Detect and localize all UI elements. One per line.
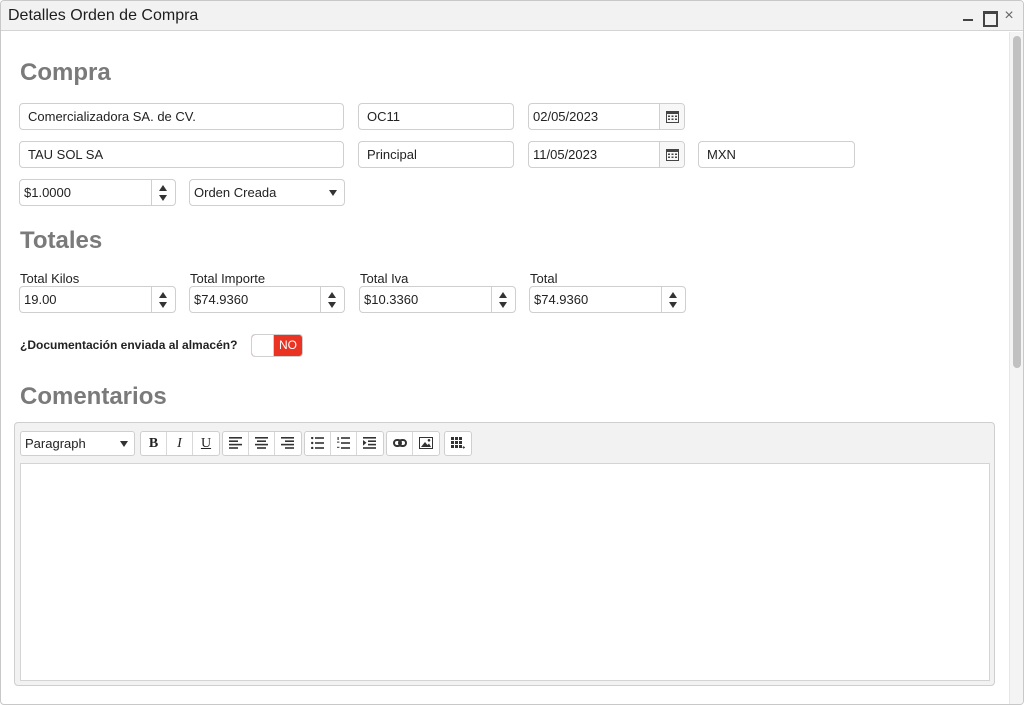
align-right-icon[interactable] (275, 432, 301, 455)
almacen-field[interactable]: Principal (358, 141, 514, 168)
text-style-group: B I U (140, 431, 220, 456)
documentacion-label: ¿Documentación enviada al almacén? (20, 338, 238, 352)
table-group (444, 431, 472, 456)
total-importe-stepper[interactable]: $74.9360 (189, 286, 345, 313)
stepper-arrows[interactable] (491, 287, 515, 312)
moneda-field[interactable]: MXN (698, 141, 855, 168)
total-label: Total (530, 271, 558, 286)
arrow-down-icon[interactable] (499, 302, 507, 308)
table-icon[interactable] (445, 432, 471, 455)
total-iva-value: $10.3360 (364, 292, 419, 307)
documentacion-toggle[interactable]: NO (251, 334, 303, 357)
rich-text-editor: Paragraph B I U (14, 422, 995, 686)
fecha-entrega-field[interactable]: 11/05/2023 (528, 141, 685, 168)
arrow-down-icon[interactable] (328, 302, 336, 308)
estado-value: Orden Creada (194, 185, 277, 200)
total-kilos-stepper[interactable]: 19.00 (19, 286, 176, 313)
chevron-down-icon (120, 441, 128, 447)
fecha-entrega-value: 11/05/2023 (533, 147, 598, 162)
title-bar: Detalles Orden de Compra × (1, 1, 1023, 31)
stepper-arrows[interactable] (151, 287, 175, 312)
folio-field[interactable]: OC11 (358, 103, 514, 130)
comentarios-heading: Comentarios (20, 383, 167, 410)
arrow-down-icon[interactable] (159, 195, 167, 201)
arrow-up-icon[interactable] (159, 292, 167, 298)
toggle-knob[interactable] (252, 335, 274, 356)
image-icon[interactable] (413, 432, 439, 455)
purchase-order-dialog: Detalles Orden de Compra × Compra Comerc… (0, 0, 1024, 705)
stepper-arrows[interactable] (151, 180, 175, 205)
total-value: $74.9360 (534, 292, 589, 307)
fecha-field[interactable]: 02/05/2023 (528, 103, 685, 130)
empresa-field[interactable]: Comercializadora SA. de CV. (19, 103, 344, 130)
window-title: Detalles Orden de Compra (8, 7, 199, 24)
underline-button[interactable]: U (193, 432, 219, 455)
total-importe-value: $74.9360 (194, 292, 249, 307)
estado-select[interactable]: Orden Creada (189, 179, 345, 206)
editor-content-area[interactable] (20, 463, 990, 681)
indent-icon[interactable] (357, 432, 383, 455)
arrow-up-icon[interactable] (328, 292, 336, 298)
vertical-scrollbar[interactable] (1009, 32, 1023, 704)
alignment-group (222, 431, 302, 456)
cliente-field[interactable]: TAU SOL SA (19, 141, 344, 168)
total-iva-label: Total Iva (360, 271, 409, 286)
total-iva-stepper[interactable]: $10.3360 (359, 286, 516, 313)
fecha-value: 02/05/2023 (533, 109, 599, 124)
total-kilos-label: Total Kilos (20, 271, 80, 286)
stepper-arrows[interactable] (661, 287, 685, 312)
total-stepper[interactable]: $74.9360 (529, 286, 686, 313)
align-center-icon[interactable] (249, 432, 275, 455)
total-kilos-value: 19.00 (24, 292, 57, 307)
arrow-up-icon[interactable] (499, 292, 507, 298)
bold-button[interactable]: B (141, 432, 167, 455)
tipo-cambio-stepper[interactable]: $1.0000 (19, 179, 176, 206)
minimize-icon[interactable] (960, 7, 976, 25)
format-select-value: Paragraph (25, 436, 86, 451)
list-group (304, 431, 384, 456)
calendar-icon[interactable] (659, 142, 684, 167)
arrow-up-icon[interactable] (159, 185, 167, 191)
total-importe-label: Total Importe (190, 271, 266, 286)
scrollbar-thumb[interactable] (1013, 36, 1021, 368)
chevron-down-icon (329, 190, 337, 196)
bullet-list-icon[interactable] (305, 432, 331, 455)
maximize-icon[interactable] (981, 7, 998, 27)
calendar-icon[interactable] (659, 104, 684, 129)
numbered-list-icon[interactable] (331, 432, 357, 455)
format-select[interactable]: Paragraph (20, 431, 135, 456)
stepper-arrows[interactable] (320, 287, 344, 312)
totales-heading: Totales (20, 227, 103, 254)
insert-group (386, 431, 440, 456)
align-left-icon[interactable] (223, 432, 249, 455)
arrow-down-icon[interactable] (159, 302, 167, 308)
italic-button[interactable]: I (167, 432, 193, 455)
toggle-state-text: NO (279, 338, 297, 352)
tipo-cambio-value: $1.0000 (24, 185, 71, 200)
arrow-up-icon[interactable] (669, 292, 677, 298)
compra-heading: Compra (20, 59, 111, 86)
arrow-down-icon[interactable] (669, 302, 677, 308)
close-icon[interactable]: × (1001, 7, 1017, 25)
link-icon[interactable] (387, 432, 413, 455)
